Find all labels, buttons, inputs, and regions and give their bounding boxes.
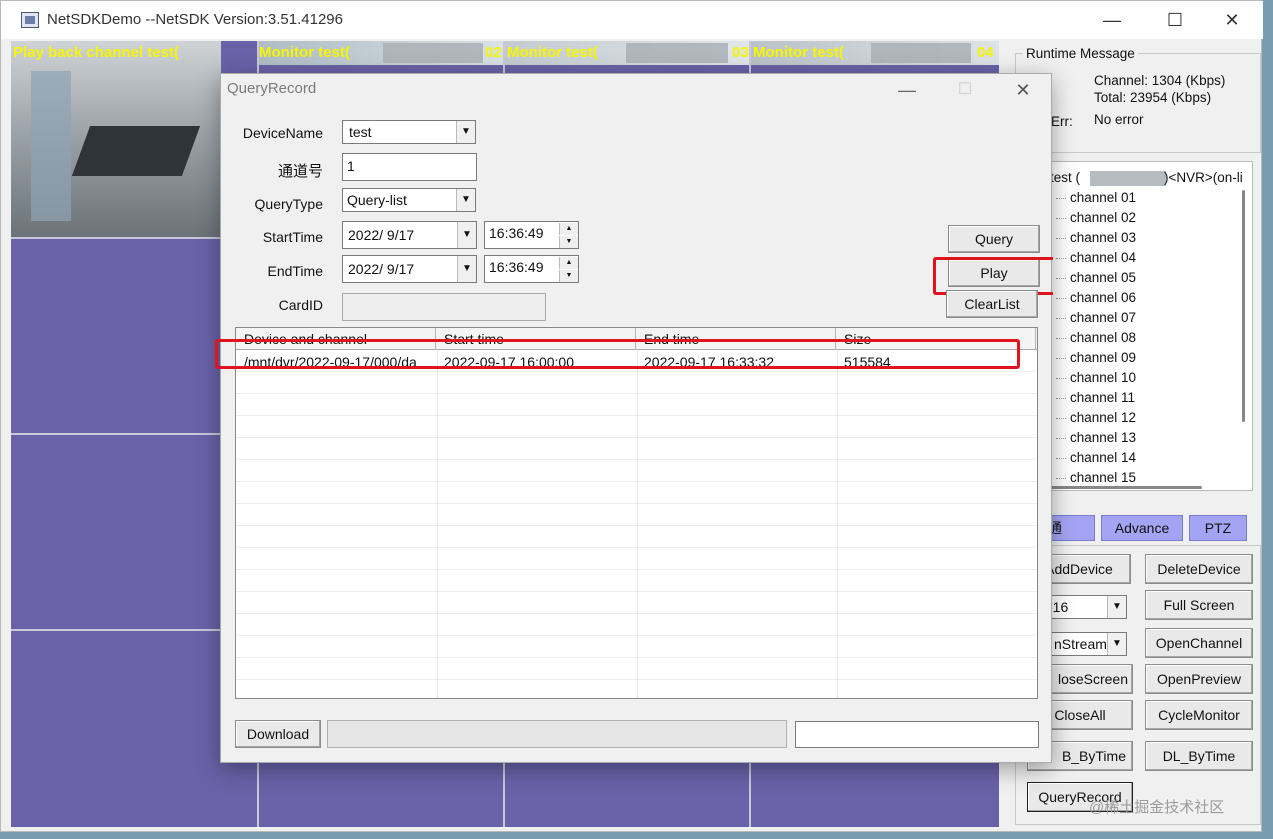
redacted-area <box>626 43 728 63</box>
scroll-thumb[interactable] <box>1242 190 1245 422</box>
tree-channel-item[interactable]: channel 04 <box>1056 248 1136 268</box>
query-record-dialog: QueryRecord — ☐ ✕ DeviceName 通道号 QueryTy… <box>215 73 1053 763</box>
cell-suffix-4: 04 <box>977 44 994 61</box>
redacted-area <box>1090 171 1166 186</box>
chevron-down-icon[interactable]: ▼ <box>457 222 476 248</box>
record-list-table[interactable]: Device and channel Start time End time S… <box>235 327 1038 699</box>
query-button[interactable]: Query <box>948 225 1040 253</box>
tab-advance[interactable]: Advance <box>1101 515 1183 541</box>
download-button[interactable]: Download <box>235 720 321 748</box>
redacted-area <box>383 43 483 63</box>
open-preview-button[interactable]: OpenPreview <box>1145 664 1253 694</box>
row-highlight-box <box>215 339 1020 369</box>
tab-ptz[interactable]: PTZ <box>1189 515 1247 541</box>
column-divider <box>837 350 838 698</box>
column-divider <box>437 350 438 698</box>
end-time-label: EndTime <box>267 263 323 279</box>
tree-channel-item[interactable]: channel 08 <box>1056 328 1136 348</box>
maximize-icon: ☐ <box>957 81 973 98</box>
tree-channel-item[interactable]: channel 01 <box>1056 188 1136 208</box>
tree-channel-item[interactable]: channel 03 <box>1056 228 1136 248</box>
title-bar: NetSDKDemo --NetSDK Version:3.51.41296 —… <box>1 1 1263 39</box>
end-time-spinner[interactable]: 16:36:49 ▲ ▼ <box>484 255 579 283</box>
runtime-err-value: No error <box>1094 112 1144 127</box>
cell-label-2: Monitor test( <box>259 44 350 61</box>
chevron-down-icon[interactable]: ▼ <box>1107 596 1126 618</box>
download-by-time-button[interactable]: DL_ByTime <box>1145 741 1253 771</box>
open-channel-button[interactable]: OpenChannel <box>1145 628 1253 658</box>
download-progress-bar <box>327 720 787 748</box>
query-type-value: Query-list <box>347 192 407 208</box>
close-icon[interactable]: ✕ <box>1005 76 1041 106</box>
tree-channel-item[interactable]: channel 02 <box>1056 208 1136 228</box>
channel-label: 通道号 <box>277 163 323 180</box>
app-icon <box>21 12 39 28</box>
end-date-picker[interactable]: 2022/ 9/17 ▼ <box>342 255 477 283</box>
tree-channel-item[interactable]: channel 15 <box>1056 468 1136 482</box>
tree-channel-item[interactable]: channel 14 <box>1056 448 1136 468</box>
clear-list-button[interactable]: ClearList <box>946 290 1038 318</box>
query-type-label: QueryType <box>254 196 323 212</box>
card-id-input[interactable] <box>342 293 546 321</box>
device-name-label: DeviceName <box>242 125 323 141</box>
minimize-icon[interactable]: — <box>1089 5 1135 35</box>
window-title: NetSDKDemo --NetSDK Version:3.51.41296 <box>47 11 343 28</box>
tree-channel-item[interactable]: channel 06 <box>1056 288 1136 308</box>
start-date-picker[interactable]: 2022/ 9/17 ▼ <box>342 221 477 249</box>
channel-input[interactable]: 1 <box>342 153 477 181</box>
stream-type-value: nStream <box>1054 636 1107 652</box>
chevron-down-icon[interactable]: ▼ <box>456 189 475 211</box>
tree-root-label[interactable]: test ( <box>1050 170 1080 185</box>
download-status-field <box>795 721 1039 748</box>
end-time-value: 16:36:49 <box>489 259 544 275</box>
tree-root-suffix: )<NVR>(on-li <box>1164 170 1243 185</box>
column-divider <box>637 350 638 698</box>
end-date-value: 2022/ 9/17 <box>348 261 415 277</box>
minimize-icon[interactable]: — <box>889 76 925 106</box>
card-id-label: CardID <box>278 297 323 313</box>
query-type-combo[interactable]: Query-list ▼ <box>342 188 476 212</box>
spin-up-icon[interactable]: ▲ <box>559 257 578 269</box>
tree-hscroll-thumb[interactable] <box>1046 486 1202 489</box>
tree-channel-item[interactable]: channel 10 <box>1056 368 1136 388</box>
tree-channel-item[interactable]: channel 12 <box>1056 408 1136 428</box>
tree-channel-item[interactable]: channel 07 <box>1056 308 1136 328</box>
full-screen-button[interactable]: Full Screen <box>1145 590 1253 620</box>
dialog-title: QueryRecord <box>227 80 317 97</box>
redacted-area <box>871 43 971 63</box>
maximize-icon[interactable]: ☐ <box>1152 5 1198 35</box>
start-time-value: 16:36:49 <box>489 225 544 241</box>
device-name-combo[interactable]: test ▼ <box>342 120 476 144</box>
delete-device-button[interactable]: DeleteDevice <box>1145 554 1253 584</box>
tree-channel-item[interactable]: channel 13 <box>1056 428 1136 448</box>
spin-down-icon[interactable]: ▼ <box>559 236 578 248</box>
spin-up-icon[interactable]: ▲ <box>559 223 578 235</box>
start-time-label: StartTime <box>262 229 323 245</box>
start-time-spinner[interactable]: 16:36:49 ▲ ▼ <box>484 221 579 249</box>
chevron-down-icon[interactable]: ▼ <box>457 256 476 282</box>
runtime-channel: Channel: 1304 (Kbps) <box>1094 73 1226 88</box>
chevron-down-icon[interactable]: ▼ <box>1107 633 1126 655</box>
tree-channel-item[interactable]: channel 09 <box>1056 348 1136 368</box>
camera-preview-image <box>11 41 221 237</box>
watermark-text: @稀土掘金技术社区 <box>1089 799 1225 816</box>
cell-label-1: Play back channel test( <box>13 44 179 61</box>
cycle-monitor-button[interactable]: CycleMonitor <box>1145 700 1253 730</box>
tree-vscrollbar[interactable] <box>1238 186 1250 426</box>
meeting-table-shape <box>71 126 201 176</box>
tree-channel-item[interactable]: channel 11 <box>1056 388 1136 408</box>
tree-channel-item[interactable]: channel 05 <box>1056 268 1136 288</box>
window-shape <box>31 71 71 221</box>
close-icon[interactable]: ✕ <box>1209 5 1255 35</box>
runtime-err-label: Err: <box>1051 114 1073 129</box>
cell-label-4: Monitor test( <box>753 44 844 61</box>
runtime-total: Total: 23954 (Kbps) <box>1094 90 1212 105</box>
spin-down-icon[interactable]: ▼ <box>559 270 578 282</box>
channel-list: channel 01 channel 02 channel 03 channel… <box>1056 188 1136 482</box>
device-name-value: test <box>349 124 372 140</box>
chevron-down-icon[interactable]: ▼ <box>456 121 475 143</box>
start-date-value: 2022/ 9/17 <box>348 227 415 243</box>
runtime-message-title: Runtime Message <box>1023 46 1138 61</box>
cell-label-3: Monitor test( <box>507 44 598 61</box>
